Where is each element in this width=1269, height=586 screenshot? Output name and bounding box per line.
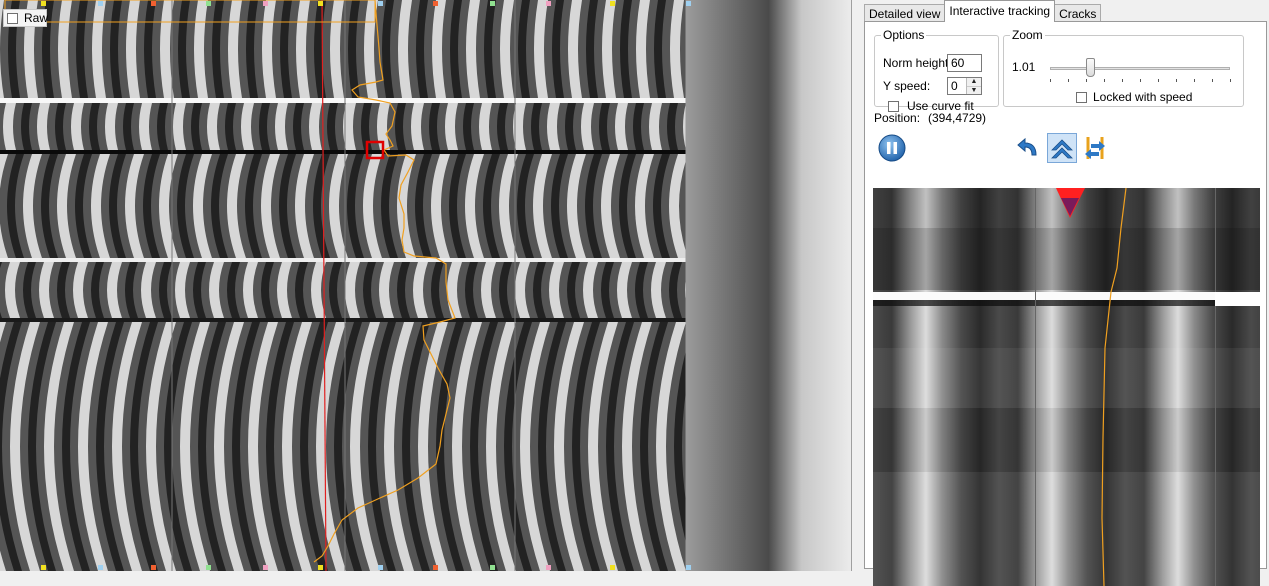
zoom-tick bbox=[1230, 79, 1231, 82]
zoom-value: 1.01 bbox=[1012, 60, 1036, 74]
curve-fit-checkbox[interactable] bbox=[888, 100, 899, 112]
edge-marker bbox=[378, 1, 383, 6]
zoom-slider-track[interactable] bbox=[1050, 67, 1230, 70]
y-speed-label: Y speed: bbox=[883, 79, 931, 93]
edge-marker bbox=[490, 565, 495, 570]
tab-cracks[interactable]: Cracks bbox=[1054, 4, 1102, 22]
swap-button[interactable] bbox=[1080, 133, 1110, 163]
control-panel: Detailed view Interactive tracking Crack… bbox=[859, 0, 1269, 586]
tab-strip: Detailed view Interactive tracking Crack… bbox=[864, 0, 1102, 22]
zoom-tick bbox=[1158, 79, 1159, 82]
edge-marker bbox=[546, 565, 551, 570]
edge-marker bbox=[318, 565, 323, 570]
swap-arrows-icon bbox=[1085, 137, 1105, 159]
edge-marker bbox=[263, 1, 268, 6]
double-chevron-up-icon bbox=[1051, 139, 1073, 159]
edge-marker bbox=[433, 1, 438, 6]
edge-marker bbox=[610, 565, 615, 570]
norm-height-input[interactable]: 60 bbox=[947, 54, 982, 72]
zoom-tick bbox=[1068, 79, 1069, 82]
preview-seam bbox=[873, 292, 1260, 300]
zoom-title: Zoom bbox=[1012, 28, 1043, 42]
y-speed-spin[interactable]: ▲ ▼ bbox=[966, 78, 981, 94]
scan-edge-region bbox=[686, 0, 851, 571]
options-group: Options Norm height 60 Y speed: 0 ▲ ▼ Us… bbox=[874, 28, 999, 113]
scan-image-canvas[interactable] bbox=[0, 0, 851, 571]
locked-with-speed-checkbox[interactable] bbox=[1076, 91, 1087, 103]
edge-marker bbox=[378, 565, 383, 570]
scan-band bbox=[0, 262, 686, 318]
scan-image-view[interactable]: Raw bbox=[0, 0, 852, 571]
raw-toggle[interactable]: Raw bbox=[3, 9, 49, 27]
pause-button[interactable] bbox=[877, 133, 907, 163]
tracking-preview[interactable] bbox=[873, 188, 1260, 586]
edge-marker bbox=[490, 1, 495, 6]
edge-marker bbox=[546, 1, 551, 6]
edge-marker bbox=[151, 565, 156, 570]
zoom-tick bbox=[1176, 79, 1177, 82]
edge-marker bbox=[151, 1, 156, 6]
edge-marker bbox=[686, 565, 691, 570]
zoom-tick bbox=[1086, 79, 1087, 82]
move-up-button[interactable] bbox=[1047, 133, 1077, 163]
edge-marker bbox=[686, 1, 691, 6]
edge-marker bbox=[98, 1, 103, 6]
edge-marker bbox=[206, 1, 211, 6]
position-label: Position: bbox=[874, 111, 921, 125]
y-speed-value: 0 bbox=[951, 79, 958, 93]
zoom-slider-ticks bbox=[1050, 79, 1231, 83]
edge-marker bbox=[263, 565, 268, 570]
norm-height-label: Norm height bbox=[883, 56, 949, 70]
undo-arrow-icon bbox=[1017, 137, 1037, 156]
zoom-group: Zoom 1.01 Locked with speed bbox=[1003, 28, 1244, 107]
scan-bands bbox=[0, 0, 686, 571]
edge-marker bbox=[98, 565, 103, 570]
spin-up-icon[interactable]: ▲ bbox=[967, 78, 981, 86]
scan-band bbox=[0, 322, 686, 571]
y-speed-stepper[interactable]: 0 ▲ ▼ bbox=[947, 77, 982, 95]
pause-icon bbox=[878, 134, 906, 162]
zoom-tick bbox=[1194, 79, 1195, 82]
zoom-tick bbox=[1212, 79, 1213, 82]
tracking-preview-canvas[interactable] bbox=[873, 188, 1260, 586]
zoom-tick bbox=[1050, 79, 1051, 82]
tab-interactive-tracking[interactable]: Interactive tracking bbox=[944, 0, 1056, 22]
tab-detailed-view[interactable]: Detailed view bbox=[864, 4, 946, 22]
edge-marker bbox=[318, 1, 323, 6]
raw-label: Raw bbox=[24, 11, 49, 25]
edge-marker bbox=[206, 565, 211, 570]
zoom-tick bbox=[1104, 79, 1105, 82]
position-value: (394,4729) bbox=[928, 111, 987, 125]
interactive-tracking-panel: Options Norm height 60 Y speed: 0 ▲ ▼ Us… bbox=[864, 21, 1267, 586]
locked-with-speed-toggle[interactable]: Locked with speed bbox=[1076, 90, 1192, 104]
edge-marker bbox=[610, 1, 615, 6]
edge-marker bbox=[41, 1, 46, 6]
zoom-tick bbox=[1140, 79, 1141, 82]
spin-down-icon[interactable]: ▼ bbox=[967, 86, 981, 95]
edge-marker bbox=[41, 565, 46, 570]
locked-with-speed-label: Locked with speed bbox=[1093, 90, 1193, 104]
raw-checkbox[interactable] bbox=[7, 12, 18, 24]
options-title: Options bbox=[883, 28, 925, 42]
undo-button[interactable] bbox=[1014, 133, 1044, 163]
scan-band bbox=[0, 154, 686, 258]
edge-marker bbox=[433, 565, 438, 570]
zoom-tick bbox=[1122, 79, 1123, 82]
zoom-slider-thumb[interactable] bbox=[1085, 58, 1095, 77]
